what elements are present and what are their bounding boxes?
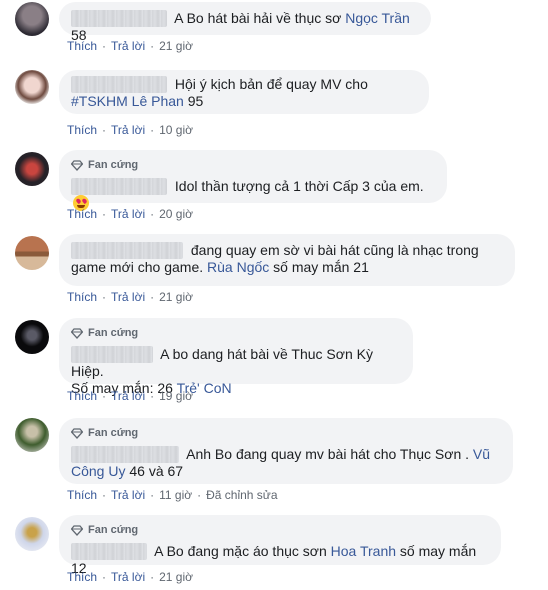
timestamp[interactable]: 21 giờ	[159, 290, 193, 304]
reply-button[interactable]: Trả lời	[111, 488, 145, 502]
avatar[interactable]	[15, 70, 49, 104]
timestamp[interactable]: 20 giờ	[159, 207, 193, 221]
fan-badge: Fan cứng	[71, 326, 401, 340]
reply-button[interactable]: Trả lời	[111, 123, 145, 137]
comment-bubble: Hội ý kịch bản để quay MV cho #TSKHM Lê …	[59, 70, 429, 114]
badge-label: Fan cứng	[88, 427, 139, 439]
comment-suffix: số may mắn 21	[269, 259, 369, 275]
diamond-icon	[71, 524, 83, 536]
comment-bubble: Fan cứng Anh Bo đang quay mv bài hát cho…	[59, 418, 513, 484]
like-button[interactable]: Thích	[67, 123, 97, 137]
like-button[interactable]: Thích	[67, 389, 97, 403]
comment-bubble: A Bo hát bài hải về thục sơ Ngọc Trần 58	[59, 2, 431, 43]
comment-actions: Thích · Trả lời · 11 giờ · Đã chỉnh sửa	[67, 488, 278, 502]
reply-button[interactable]: Trả lời	[111, 39, 145, 53]
fan-badge: Fan cứng	[71, 523, 489, 537]
hashtag-link[interactable]: #TSKHM Lê Phan	[71, 93, 184, 109]
fan-badge: Fan cứng	[71, 158, 435, 172]
comment-text: Anh Bo đang quay mv bài hát cho Thục Sơn…	[186, 446, 470, 462]
blurred-author-name	[71, 178, 167, 195]
comment-text: A Bo hát bài hải về thục sơ	[174, 10, 342, 26]
diamond-icon	[71, 327, 83, 339]
like-button[interactable]: Thích	[67, 488, 97, 502]
fan-badge: Fan cứng	[71, 426, 501, 440]
mention-link[interactable]: Ngọc Trần	[345, 10, 410, 26]
comment-actions: Thích · Trả lời · 21 giờ	[67, 570, 193, 584]
timestamp[interactable]: 10 giờ	[159, 123, 193, 137]
reply-button[interactable]: Trả lời	[111, 389, 145, 403]
comment-text: đang quay em sờ vi bài hát cũng là nhạc …	[190, 242, 479, 258]
blurred-author-name	[71, 543, 147, 560]
timestamp[interactable]: 19 giờ	[159, 389, 193, 403]
comment-text: Idol thần tượng cả 1 thời Cấp 3 của em.	[174, 178, 424, 194]
diamond-icon	[71, 159, 83, 171]
timestamp[interactable]: 21 giờ	[159, 570, 193, 584]
blurred-author-name	[71, 10, 167, 27]
comment-actions: Thích · Trả lời · 19 giờ	[67, 389, 193, 403]
avatar[interactable]	[15, 320, 49, 354]
diamond-icon	[71, 427, 83, 439]
badge-label: Fan cứng	[88, 159, 139, 171]
comment-text: game mới cho game.	[71, 259, 204, 275]
comment-bubble: Fan cứng A Bo đang mặc áo thục sơn Hoa T…	[59, 515, 501, 576]
comment-bubble: Fan cứng Idol thần tượng cả 1 thời Cấp 3…	[59, 150, 447, 211]
like-button[interactable]: Thích	[67, 570, 97, 584]
comment-actions: Thích · Trả lời · 21 giờ	[67, 39, 193, 53]
comment-suffix: 46 và 67	[125, 463, 184, 479]
blurred-author-name	[71, 346, 153, 363]
mention-link[interactable]: Rùa Ngốc	[207, 259, 269, 275]
blurred-author-name	[71, 446, 179, 463]
comment-suffix: 95	[183, 93, 204, 109]
timestamp[interactable]: 11 giờ	[159, 488, 192, 502]
reply-button[interactable]: Trả lời	[111, 207, 145, 221]
avatar[interactable]	[15, 236, 49, 270]
mention-link[interactable]: Vũ	[473, 446, 490, 462]
blurred-author-name	[71, 76, 167, 93]
comment-text: Hội ý kịch bản để quay MV cho	[174, 76, 368, 92]
avatar[interactable]	[15, 517, 49, 551]
comment-actions: Thích · Trả lời · 20 giờ	[67, 207, 193, 221]
like-button[interactable]: Thích	[67, 207, 97, 221]
mention-link[interactable]: Công Uy	[71, 463, 125, 479]
avatar[interactable]	[15, 2, 49, 36]
mention-link[interactable]: Hoa Tranh	[331, 543, 396, 559]
badge-label: Fan cứng	[88, 327, 139, 339]
edited-label[interactable]: Đã chỉnh sửa	[206, 488, 277, 502]
like-button[interactable]: Thích	[67, 290, 97, 304]
comment-bubble: đang quay em sờ vi bài hát cũng là nhạc …	[59, 234, 515, 286]
comment-text: A Bo đang mặc áo thục sơn	[154, 543, 327, 559]
like-button[interactable]: Thích	[67, 39, 97, 53]
avatar[interactable]	[15, 418, 49, 452]
avatar[interactable]	[15, 152, 49, 186]
comment-actions: Thích · Trả lời · 10 giờ	[67, 123, 193, 137]
badge-label: Fan cứng	[88, 524, 139, 536]
comment-bubble: Fan cứng A bo dang hát bài về Thuc Sơn K…	[59, 318, 413, 396]
comment-actions: Thích · Trả lời · 21 giờ	[67, 290, 193, 304]
reply-button[interactable]: Trả lời	[111, 570, 145, 584]
reply-button[interactable]: Trả lời	[111, 290, 145, 304]
blurred-author-name	[71, 242, 183, 259]
timestamp[interactable]: 21 giờ	[159, 39, 193, 53]
